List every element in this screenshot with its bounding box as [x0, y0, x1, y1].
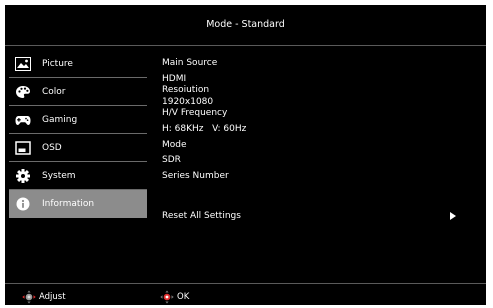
- sidebar-item-picture[interactable]: Picture: [9, 50, 147, 78]
- sidebar: Picture Color Gaming OSD System Informat…: [9, 50, 147, 218]
- sidebar-item-system[interactable]: System: [9, 162, 147, 190]
- series-number-label: Series Number: [162, 170, 229, 181]
- reset-all-settings-label: Reset All Settings: [162, 211, 241, 221]
- hv-frequency-label: H/V Frequency: [162, 108, 228, 119]
- adjust-label: Adjust: [39, 292, 66, 302]
- joystick-left-right-icon: [22, 290, 36, 304]
- resolution-label: Resoiution: [162, 85, 210, 96]
- mode-label: Mode: [162, 139, 187, 150]
- sidebar-item-color[interactable]: Color: [9, 78, 147, 106]
- main-source-label: Main Source: [162, 58, 218, 68]
- sidebar-item-label: OSD: [42, 143, 62, 153]
- osd-menu: Mode - Standard Picture Color Gaming OSD…: [5, 5, 486, 305]
- resolution-value: 1920x1080: [162, 96, 214, 107]
- sidebar-item-label: Gaming: [42, 115, 78, 125]
- mode-value: SDR: [162, 155, 181, 166]
- sidebar-item-label: Color: [42, 87, 66, 97]
- reset-all-settings-item[interactable]: Reset All Settings: [162, 209, 462, 223]
- sidebar-item-label: Information: [42, 199, 95, 209]
- sidebar-item-information[interactable]: Information: [9, 190, 147, 218]
- menu-title: Mode - Standard: [206, 19, 285, 30]
- ok-label: OK: [177, 292, 190, 302]
- osd-icon: [15, 141, 31, 155]
- palette-icon: [16, 86, 30, 98]
- footer-divider: [5, 283, 486, 284]
- sidebar-item-label: Picture: [42, 59, 73, 69]
- arrow-right-icon: [450, 212, 456, 220]
- info-icon: [16, 197, 30, 211]
- sidebar-item-label: System: [42, 171, 76, 181]
- picture-icon: [15, 57, 31, 71]
- gamepad-icon: [15, 116, 31, 125]
- main-source-value: HDMI: [162, 73, 187, 84]
- sidebar-item-osd[interactable]: OSD: [9, 134, 147, 162]
- joystick-press-icon: [160, 290, 174, 304]
- hv-frequency-value: H: 68KHz V: 60Hz: [162, 123, 247, 134]
- sidebar-item-gaming[interactable]: Gaming: [9, 106, 147, 134]
- title-divider: [5, 45, 486, 46]
- gear-icon: [16, 169, 30, 183]
- information-panel: Main Source HDMI Resoiution 1920x1080 H/…: [162, 58, 462, 182]
